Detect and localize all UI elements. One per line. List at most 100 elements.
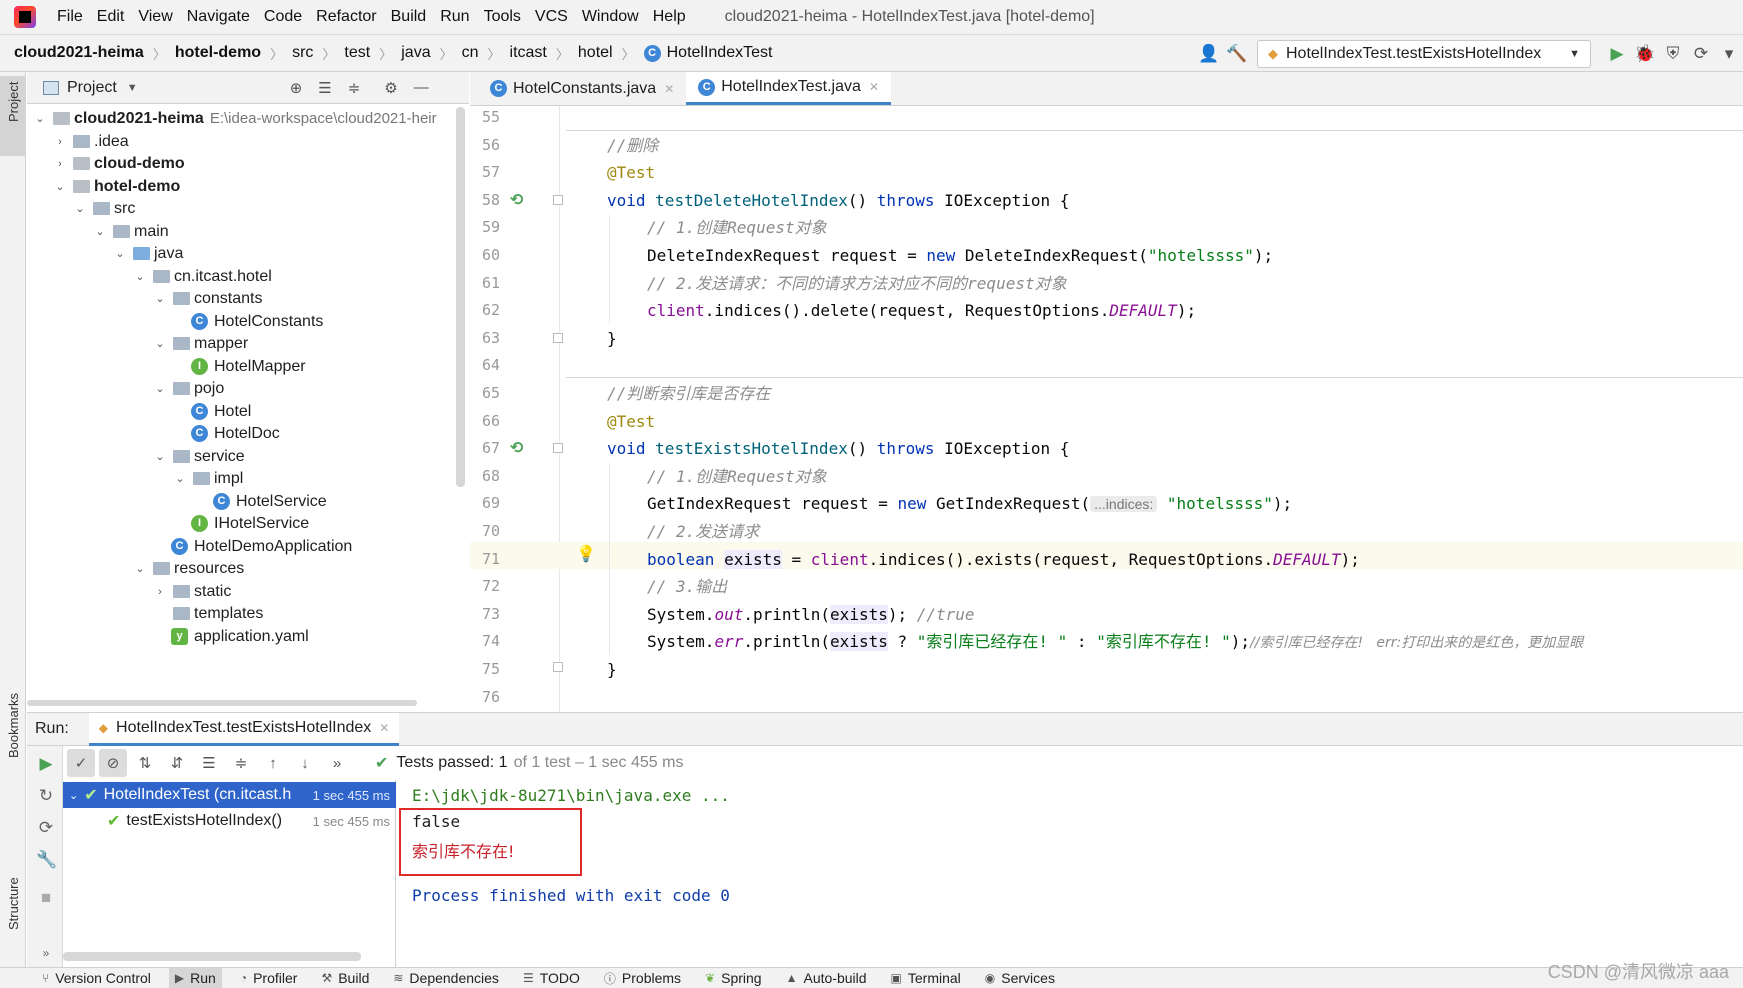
tree-item-resources[interactable]: ⌄ resources <box>133 556 244 581</box>
coverage-icon[interactable]: ⛨ <box>1659 40 1687 68</box>
tree-item-impl[interactable]: ⌄ impl <box>173 466 243 491</box>
chevron-down-icon[interactable]: ⌄ <box>69 789 78 802</box>
previous-test-icon[interactable]: ↑ <box>259 749 287 777</box>
more-icon[interactable]: » <box>323 749 351 777</box>
tool-auto-build[interactable]: ▲ Auto-build <box>780 968 873 988</box>
test-row-method[interactable]: ✔ testExistsHotelIndex() 1 sec 455 ms <box>63 808 396 834</box>
chevron-down-icon[interactable]: ⌄ <box>33 112 47 125</box>
tool-terminal[interactable]: ▣ Terminal <box>885 968 967 988</box>
chevron-down-icon[interactable]: ⌄ <box>153 450 167 463</box>
chevron-down-icon[interactable]: ⌄ <box>53 180 67 193</box>
tool-run[interactable]: ▶ Run <box>168 967 222 988</box>
tree-item-mapper[interactable]: ⌄ mapper <box>153 331 248 356</box>
fold-icon[interactable] <box>553 195 563 205</box>
more-icon[interactable]: ▾ <box>1715 40 1743 68</box>
menu-tools[interactable]: Tools <box>477 8 528 26</box>
locate-icon[interactable]: ⊕ <box>290 79 303 97</box>
tree-item-cloud2021-heima[interactable]: ⌄ cloud2021-heima E:\idea-workspace\clou… <box>33 106 436 131</box>
breadcrumb-item[interactable]: cn <box>462 44 479 62</box>
show-ignored-icon[interactable]: ⊘ <box>99 749 127 777</box>
close-icon[interactable]: ✕ <box>869 80 879 94</box>
tree-item-cloud-demo[interactable]: › cloud-demo <box>53 151 185 176</box>
toggle-auto-test-icon[interactable]: ⟳ <box>36 818 56 838</box>
debug-icon[interactable]: 🐞 <box>1631 40 1659 68</box>
chevron-down-icon[interactable]: ⌄ <box>153 292 167 305</box>
expand-all-icon[interactable]: ☰ <box>195 749 223 777</box>
menu-run[interactable]: Run <box>433 8 476 26</box>
test-tree-scrollbar[interactable] <box>63 952 361 961</box>
collapse-all-icon[interactable]: ≑ <box>227 749 255 777</box>
run-tab[interactable]: ◆ HotelIndexTest.testExistsHotelIndex ✕ <box>88 712 400 746</box>
tool-window-project-tab[interactable]: Project <box>0 76 26 156</box>
build-hammer-icon[interactable]: 🔨 <box>1223 40 1251 68</box>
next-test-icon[interactable]: ↓ <box>291 749 319 777</box>
console-output[interactable]: E:\jdk\jdk-8u271\bin\java.exe ... false … <box>397 780 1743 967</box>
fold-icon[interactable] <box>553 333 563 343</box>
close-icon[interactable]: ✕ <box>379 721 389 735</box>
tool-profiler[interactable]: ◔ Profiler <box>234 968 304 988</box>
tool-window-bookmarks-tab[interactable]: Bookmarks <box>0 678 26 788</box>
menu-build[interactable]: Build <box>384 8 434 26</box>
chevron-down-icon[interactable]: ⌄ <box>173 472 187 485</box>
chevron-down-icon[interactable]: ⌄ <box>113 247 127 260</box>
tool-services[interactable]: ◉ Services <box>979 968 1061 988</box>
menu-help[interactable]: Help <box>646 8 693 26</box>
chevron-right-icon[interactable]: › <box>153 586 167 598</box>
menu-navigate[interactable]: Navigate <box>180 8 257 26</box>
tree-item-templates[interactable]: templates <box>167 601 263 626</box>
tree-item-application-yaml[interactable]: y application.yaml <box>171 624 309 649</box>
breadcrumb-item[interactable]: hotel-demo <box>175 44 261 62</box>
hide-icon[interactable]: — <box>414 79 429 96</box>
project-panel-title[interactable]: Project <box>67 79 117 97</box>
menu-vcs[interactable]: VCS <box>528 8 575 26</box>
menu-file[interactable]: File <box>50 8 90 26</box>
breadcrumb-item[interactable]: java <box>401 44 430 62</box>
run-test-gutter-icon[interactable]: ⟲ <box>510 438 528 457</box>
tree-item-pojo[interactable]: ⌄ pojo <box>153 376 224 401</box>
fold-icon[interactable] <box>553 443 563 453</box>
run-configuration-select[interactable]: ◆ HotelIndexTest.testExistsHotelIndex ▼ <box>1257 40 1591 68</box>
chevron-down-icon[interactable]: ▼ <box>127 82 138 94</box>
chevron-down-icon[interactable]: ⌄ <box>153 382 167 395</box>
tool-problems[interactable]: ⓘ Problems <box>598 968 687 988</box>
tree-item-hoteldoc[interactable]: C HotelDoc <box>191 421 280 446</box>
tool-dependencies[interactable]: ≋ Dependencies <box>387 968 505 988</box>
intention-bulb-icon[interactable]: 💡 <box>576 544 596 563</box>
tool-version-control[interactable]: ⑂ Version Control <box>36 968 157 988</box>
sort-alphabetically-icon[interactable]: ⇅ <box>131 749 159 777</box>
sort-by-duration-icon[interactable]: ⇵ <box>163 749 191 777</box>
close-icon[interactable]: ✕ <box>664 82 674 96</box>
menu-refactor[interactable]: Refactor <box>309 8 383 26</box>
menu-window[interactable]: Window <box>575 8 646 26</box>
fold-icon[interactable] <box>553 662 563 672</box>
wrench-icon[interactable]: 🔧 <box>36 850 57 870</box>
tree-item-constants[interactable]: ⌄ constants <box>153 286 262 311</box>
more-actions-icon[interactable]: » <box>36 946 56 966</box>
tab-hotelconstants[interactable]: C HotelConstants.java ✕ <box>478 72 686 105</box>
chevron-right-icon[interactable]: › <box>53 136 67 148</box>
tree-item-ihotelservice[interactable]: I IHotelService <box>191 511 309 536</box>
tool-todo[interactable]: ☰ TODO <box>517 968 586 988</box>
show-passed-icon[interactable]: ✓ <box>67 749 95 777</box>
chevron-down-icon[interactable]: ⌄ <box>133 562 147 575</box>
chevron-right-icon[interactable]: › <box>53 158 67 170</box>
tool-spring[interactable]: ❦ Spring <box>699 968 768 988</box>
user-icon[interactable]: 👤 <box>1195 40 1223 68</box>
test-row-class[interactable]: ⌄ ✔ HotelIndexTest (cn.itcast.h 1 sec 45… <box>63 782 396 808</box>
run-test-gutter-icon[interactable]: ⟲ <box>510 190 528 209</box>
menu-code[interactable]: Code <box>257 8 309 26</box>
chevron-down-icon[interactable]: ⌄ <box>93 225 107 238</box>
collapse-all-icon[interactable]: ≑ <box>348 79 361 97</box>
chevron-down-icon[interactable]: ⌄ <box>73 202 87 215</box>
rerun-icon[interactable]: ▶ <box>36 754 56 774</box>
tab-hotelindextest[interactable]: C HotelIndexTest.java ✕ <box>686 72 891 105</box>
breadcrumb-item[interactable]: itcast <box>510 44 547 62</box>
menu-view[interactable]: View <box>131 8 179 26</box>
chevron-down-icon[interactable]: ⌄ <box>133 270 147 283</box>
rerun-failed-icon[interactable]: ↻ <box>36 786 56 806</box>
breadcrumb-item[interactable]: hotel <box>578 44 613 62</box>
breadcrumb-item[interactable]: test <box>344 44 370 62</box>
profile-icon[interactable]: ⟳ <box>1687 40 1715 68</box>
breadcrumb-item[interactable]: cloud2021-heima <box>14 44 144 62</box>
project-tree-hscrollbar[interactable] <box>27 700 417 706</box>
